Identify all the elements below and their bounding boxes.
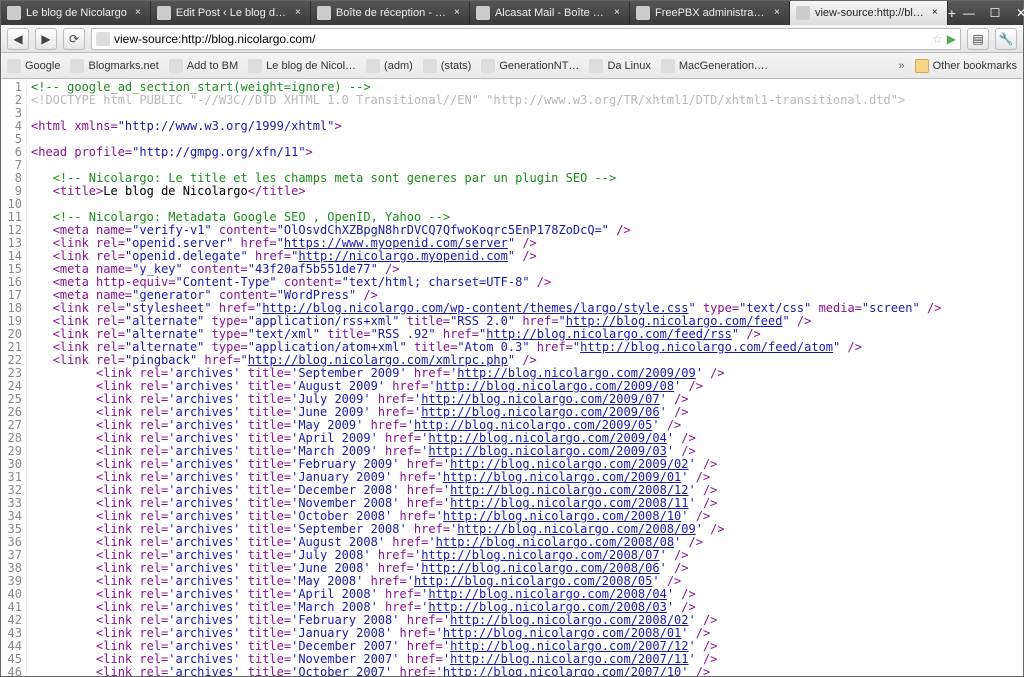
bookmark-favicon-icon (248, 59, 262, 73)
line-number-gutter: 1234567891011121314151617181920212223242… (1, 79, 27, 676)
site-icon (96, 32, 110, 46)
url-input[interactable] (114, 32, 928, 46)
browser-tab[interactable]: Boîte de réception - … × (311, 1, 470, 25)
wrench-menu-button[interactable]: 🔧 (995, 28, 1017, 50)
bookmark-label: (stats) (441, 60, 472, 72)
tab-label: Alcasat Mail - Boîte d… (495, 7, 606, 19)
browser-tab[interactable]: view-source:http://bl… × (790, 1, 948, 25)
bookmark-favicon-icon (7, 59, 21, 73)
favicon-icon (7, 6, 21, 20)
favicon-icon (636, 6, 650, 20)
bookmark-item[interactable]: Le blog de Nicol… (248, 59, 356, 73)
page-menu-button[interactable]: ▤ (967, 28, 989, 50)
go-button-icon[interactable]: ▶ (947, 32, 956, 46)
browser-window: Le blog de Nicolargo×Edit Post ‹ Le blog… (0, 0, 1024, 677)
bookmark-item[interactable]: MacGeneration.… (661, 59, 768, 73)
close-window-button[interactable]: ✕ (1008, 1, 1024, 25)
favicon-icon (476, 6, 490, 20)
window-controls: — ☐ ✕ (956, 1, 1024, 25)
maximize-button[interactable]: ☐ (982, 1, 1008, 25)
reload-button[interactable]: ⟳ (63, 28, 85, 50)
back-button[interactable]: ◀ (7, 28, 29, 50)
bookmark-label: (adm) (384, 60, 413, 72)
close-tab-icon[interactable]: × (611, 7, 623, 19)
source-line: <head profile="http://gmpg.org/xfn/11"> (31, 146, 1023, 159)
favicon-icon (796, 6, 810, 20)
source-line: <html xmlns="http://www.w3.org/1999/xhtm… (31, 120, 1023, 133)
bookmark-star-icon[interactable]: ☆ (932, 32, 943, 46)
browser-tab[interactable]: Alcasat Mail - Boîte d… × (470, 1, 630, 25)
folder-icon (915, 59, 929, 73)
browser-tab[interactable]: Le blog de Nicolargo × (1, 1, 151, 25)
new-tab-button[interactable]: + (948, 1, 956, 25)
bookmarks-bar: Google Blogmarks.net Add to BM Le blog de N… (1, 53, 1023, 79)
view-source-content[interactable]: 1234567891011121314151617181920212223242… (1, 79, 1023, 676)
bookmark-favicon-icon (589, 59, 603, 73)
close-tab-icon[interactable]: × (292, 7, 304, 19)
bookmark-item[interactable]: Blogmarks.net (70, 59, 158, 73)
source-line: <title>Le blog de Nicolargo</title> (31, 185, 1023, 198)
bookmark-label: Blogmarks.net (88, 60, 158, 72)
bookmark-item[interactable]: Google (7, 59, 60, 73)
close-tab-icon[interactable]: × (451, 7, 463, 19)
bookmark-favicon-icon (423, 59, 437, 73)
favicon-icon (157, 6, 171, 20)
toolbar: ◀ ▶ ⟳ ☆ ▶ ▤ 🔧 (1, 25, 1023, 53)
close-tab-icon[interactable]: × (929, 7, 941, 19)
close-tab-icon[interactable]: × (771, 7, 783, 19)
tab-label: view-source:http://bl… (815, 7, 924, 19)
bookmark-favicon-icon (169, 59, 183, 73)
tab-strip: Le blog de Nicolargo×Edit Post ‹ Le blog… (1, 1, 1023, 25)
bookmark-label: Add to BM (187, 60, 238, 72)
minimize-button[interactable]: — (956, 1, 982, 25)
bookmark-item[interactable]: Da Linux (589, 59, 650, 73)
browser-tab[interactable]: Edit Post ‹ Le blog de… × (151, 1, 311, 25)
source-line: <link rel='archives' title='October 2007… (31, 666, 1023, 676)
other-bookmarks-button[interactable]: Other bookmarks (915, 59, 1017, 73)
bookmark-favicon-icon (70, 59, 84, 73)
bookmark-item[interactable]: (adm) (366, 59, 413, 73)
bookmark-label: MacGeneration.… (679, 60, 768, 72)
bookmark-label: Le blog de Nicol… (266, 60, 356, 72)
source-code: <!-- google_ad_section_start(weight=igno… (27, 79, 1023, 676)
bookmark-item[interactable]: Add to BM (169, 59, 238, 73)
bookmark-label: Google (25, 60, 60, 72)
bookmark-label: GenerationNT… (499, 60, 579, 72)
bookmark-label: Da Linux (607, 60, 650, 72)
bookmark-item[interactable]: GenerationNT… (481, 59, 579, 73)
bookmarks-overflow-icon[interactable]: » (899, 60, 905, 72)
favicon-icon (317, 6, 331, 20)
close-tab-icon[interactable]: × (132, 7, 144, 19)
tab-label: Le blog de Nicolargo (26, 7, 127, 19)
bookmark-favicon-icon (661, 59, 675, 73)
tab-label: Edit Post ‹ Le blog de… (176, 7, 287, 19)
tab-label: Boîte de réception - … (336, 7, 446, 19)
source-line: <!DOCTYPE html PUBLIC "-//W3C//DTD XHTML… (31, 94, 1023, 107)
browser-tab[interactable]: FreePBX administration × (630, 1, 790, 25)
bookmark-item[interactable]: (stats) (423, 59, 472, 73)
bookmark-favicon-icon (481, 59, 495, 73)
forward-button[interactable]: ▶ (35, 28, 57, 50)
url-bar[interactable]: ☆ ▶ (91, 28, 961, 50)
bookmark-favicon-icon (366, 59, 380, 73)
tab-label: FreePBX administration (655, 7, 766, 19)
